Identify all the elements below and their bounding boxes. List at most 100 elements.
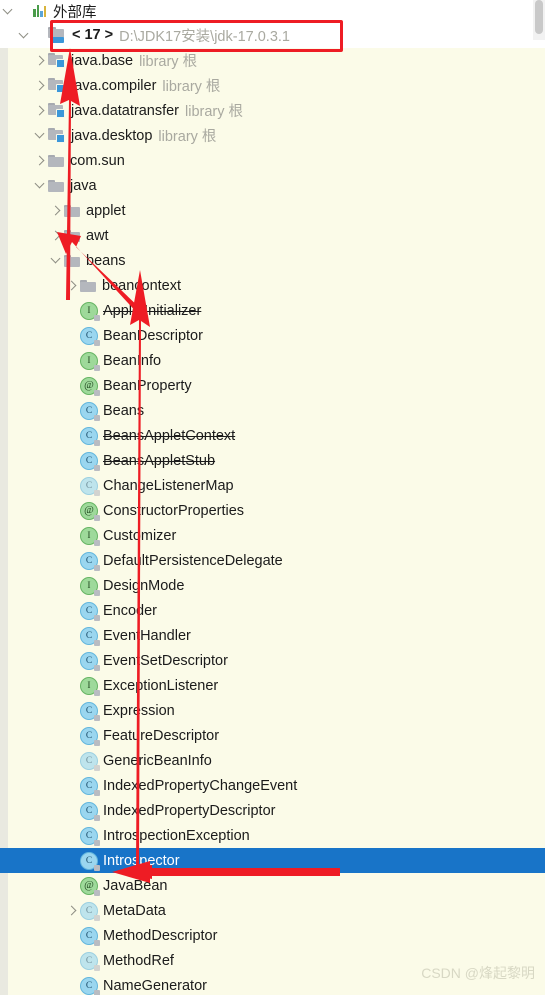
tree-row-package[interactable]: java xyxy=(0,173,545,198)
tree-row-type[interactable]: @ JavaBean xyxy=(0,873,545,898)
tree-indent-spacer xyxy=(0,773,16,798)
type-name-label: ChangeListenerMap xyxy=(103,477,234,494)
type-name-label: JavaBean xyxy=(103,877,168,894)
tree-indent-spacer xyxy=(64,773,80,798)
package-folder-icon xyxy=(64,254,81,268)
tree-row-type[interactable]: @ ConstructorProperties xyxy=(0,498,545,523)
tree-row-module[interactable]: java.datatransfer library 根 xyxy=(0,98,545,123)
vertical-scrollbar-thumb[interactable] xyxy=(535,0,543,34)
tree-row-external-libraries[interactable]: 外部库 xyxy=(0,0,545,22)
tree-indent-spacer xyxy=(64,798,80,823)
tree-indent-spacer xyxy=(64,498,80,523)
tree-row-type[interactable]: I ExceptionListener xyxy=(0,673,545,698)
tree-row-package[interactable]: com.sun xyxy=(0,148,545,173)
tree-row-type[interactable]: C IntrospectionException xyxy=(0,823,545,848)
interface-icon: I xyxy=(80,676,100,696)
tree-indent-spacer xyxy=(32,598,48,623)
tree-indent-spacer xyxy=(0,498,16,523)
tree-indent-spacer xyxy=(16,123,32,148)
chevron-down-icon[interactable] xyxy=(0,0,16,24)
tree-indent-spacer xyxy=(16,698,32,723)
tree-row-jdk-sdk[interactable]: < 17 > D:\JDK17安装\jdk-17.0.3.1 xyxy=(0,22,545,48)
tree-indent-spacer xyxy=(64,973,80,995)
tree-row-type[interactable]: C IndexedPropertyChangeEvent xyxy=(0,773,545,798)
tree-row-type[interactable]: C FeatureDescriptor xyxy=(0,723,545,748)
tree-row-type[interactable]: C MetaData xyxy=(0,898,545,923)
tree-indent-spacer xyxy=(48,298,64,323)
tree-row-type[interactable]: I AppletInitializer xyxy=(0,298,545,323)
library-module-icon xyxy=(48,78,66,93)
tree-row-package[interactable]: beans xyxy=(0,248,545,273)
tree-row-type[interactable]: C DefaultPersistenceDelegate xyxy=(0,548,545,573)
chevron-down-icon[interactable] xyxy=(32,173,48,198)
tree-indent-spacer xyxy=(0,698,16,723)
tree-indent-spacer xyxy=(64,548,80,573)
tree-row-type[interactable]: C EventHandler xyxy=(0,623,545,648)
type-name-label: GenericBeanInfo xyxy=(103,752,212,769)
tree-indent-spacer xyxy=(64,923,80,948)
tree-row-type[interactable]: I Customizer xyxy=(0,523,545,548)
tree-indent-spacer xyxy=(48,548,64,573)
tree-indent-spacer xyxy=(0,648,16,673)
tree-row-package[interactable]: awt xyxy=(0,223,545,248)
tree-row-type[interactable]: C Beans xyxy=(0,398,545,423)
tree-row-type[interactable]: C GenericBeanInfo xyxy=(0,748,545,773)
chevron-right-icon[interactable] xyxy=(64,898,80,923)
tree-indent-spacer xyxy=(48,748,64,773)
tree-indent-spacer xyxy=(32,223,48,248)
tree-indent-spacer xyxy=(16,873,32,898)
tree-row-package[interactable]: beancontext xyxy=(0,273,545,298)
tree-row-type[interactable]: C EventSetDescriptor xyxy=(0,648,545,673)
chevron-right-icon[interactable] xyxy=(32,48,48,73)
package-folder-icon xyxy=(64,204,81,218)
chevron-right-icon[interactable] xyxy=(48,223,64,248)
chevron-right-icon[interactable] xyxy=(32,73,48,98)
chevron-down-icon[interactable] xyxy=(16,23,32,48)
chevron-right-icon[interactable] xyxy=(48,198,64,223)
package-name-label: com.sun xyxy=(70,152,125,169)
tree-row-type[interactable]: I BeanInfo xyxy=(0,348,545,373)
tree-indent-spacer xyxy=(0,573,16,598)
tree-indent-spacer xyxy=(32,298,48,323)
tree-indent-spacer xyxy=(16,273,32,298)
tree-row-package[interactable]: applet xyxy=(0,198,545,223)
tree-row-type[interactable]: C ChangeListenerMap xyxy=(0,473,545,498)
type-name-label: MethodDescriptor xyxy=(103,927,218,944)
chevron-right-icon[interactable] xyxy=(64,273,80,298)
type-name-label: Encoder xyxy=(103,602,158,619)
tree-row-type[interactable]: C MethodDescriptor xyxy=(0,923,545,948)
tree-indent-spacer xyxy=(16,323,32,348)
tree-indent-spacer xyxy=(0,623,16,648)
bar-chart-icon xyxy=(32,4,48,18)
tree-row-type[interactable]: C BeansAppletContext xyxy=(0,423,545,448)
tree-row-module[interactable]: java.compiler library 根 xyxy=(0,73,545,98)
tree-row-type[interactable]: C IndexedPropertyDescriptor xyxy=(0,798,545,823)
tree-row-type-selected[interactable]: C Introspector xyxy=(0,848,545,873)
tree-indent-spacer xyxy=(0,973,16,995)
tree-indent-spacer xyxy=(16,198,32,223)
chevron-down-icon[interactable] xyxy=(32,123,48,148)
tree-indent-spacer xyxy=(16,298,32,323)
chevron-down-icon[interactable] xyxy=(48,248,64,273)
type-name-label: EventSetDescriptor xyxy=(103,652,228,669)
package-folder-icon xyxy=(64,229,81,243)
tree-row-type[interactable]: C BeansAppletStub xyxy=(0,448,545,473)
tree-indent-spacer xyxy=(48,273,64,298)
tree-indent-spacer xyxy=(0,198,16,223)
tree-row-type[interactable]: @ BeanProperty xyxy=(0,373,545,398)
chevron-right-icon[interactable] xyxy=(32,98,48,123)
tree-indent-spacer xyxy=(16,0,32,24)
tree-row-type[interactable]: C Encoder xyxy=(0,598,545,623)
tree-row-type[interactable]: I DesignMode xyxy=(0,573,545,598)
tree-row-type[interactable]: C BeanDescriptor xyxy=(0,323,545,348)
project-tree[interactable]: 外部库 < 17 > D:\JDK17安装\jdk-17.0.3.1 java.bas… xyxy=(0,0,545,995)
tree-row-module[interactable]: java.base library 根 xyxy=(0,48,545,73)
sdk-folder-icon xyxy=(48,27,67,43)
tree-indent-spacer xyxy=(48,973,64,995)
tree-indent-spacer xyxy=(48,573,64,598)
tree-row-module[interactable]: java.desktop library 根 xyxy=(0,123,545,148)
tree-indent-spacer xyxy=(64,648,80,673)
chevron-right-icon[interactable] xyxy=(32,148,48,173)
type-name-label: AppletInitializer xyxy=(103,302,202,319)
tree-row-type[interactable]: C Expression xyxy=(0,698,545,723)
